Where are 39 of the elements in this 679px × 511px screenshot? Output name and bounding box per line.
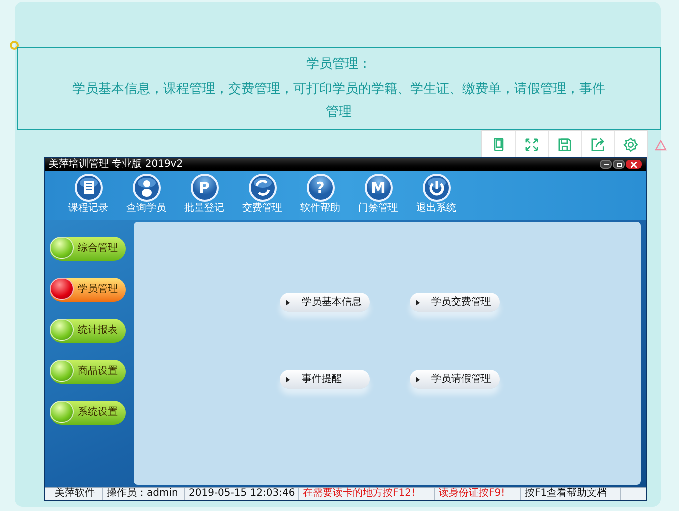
close-icon — [631, 162, 637, 168]
refresh-icon — [248, 174, 276, 202]
sidebar-button[interactable]: 学员管理 — [50, 278, 126, 302]
status-text: 读身份证按F9! — [435, 488, 521, 500]
sidebar-button[interactable]: 系统设置 — [50, 401, 126, 425]
action-button[interactable]: 事件提醒 — [280, 370, 370, 389]
sidebar-button[interactable]: 统计报表 — [50, 319, 126, 343]
chevron-icon — [286, 376, 290, 382]
letter-icon: ? — [306, 174, 334, 202]
minimize-button[interactable] — [600, 160, 612, 169]
close-button[interactable] — [626, 160, 642, 169]
maximize-button[interactable] — [613, 160, 625, 169]
status-text: 在需要读卡的地方按F12! — [299, 488, 435, 500]
fullscreen-icon — [524, 136, 540, 152]
chevron-icon — [416, 300, 420, 306]
letter-icon: P — [190, 174, 218, 202]
window-title: 美萍培训管理 专业版 2019v2 — [49, 158, 184, 170]
person-icon — [132, 174, 160, 202]
settings-icon — [623, 136, 639, 152]
action-button[interactable]: 学员交费管理 — [410, 293, 500, 312]
status-text: 操作员：admin — [103, 488, 185, 500]
triangle-icon — [655, 140, 667, 151]
letter-icon: M — [364, 174, 392, 202]
power-icon — [422, 174, 450, 202]
description-text: 学员基本信息，课程管理，交费管理，可打印学员的学籍、学生证、缴费单，请假管理，事件管理 — [72, 81, 606, 122]
document-icon — [74, 174, 102, 202]
toolbar-button[interactable]: 课程记录 — [63, 174, 114, 215]
action-button[interactable]: 学员基本信息 — [280, 293, 370, 312]
status-text: 2019-05-15 12:03:46 — [185, 488, 299, 500]
status-text: 按F1查看帮助文档 — [521, 488, 621, 500]
status-text: 美萍软件 — [45, 488, 103, 500]
sidebar-button[interactable]: 商品设置 — [50, 360, 126, 384]
chevron-icon — [416, 376, 420, 382]
save-icon — [557, 136, 573, 152]
action-button[interactable]: 学员请假管理 — [410, 370, 500, 389]
sidebar-button[interactable]: 综合管理 — [50, 237, 126, 261]
chevron-icon — [286, 300, 290, 306]
panel-title: 学员管理： — [306, 56, 372, 74]
share-icon — [590, 136, 606, 152]
